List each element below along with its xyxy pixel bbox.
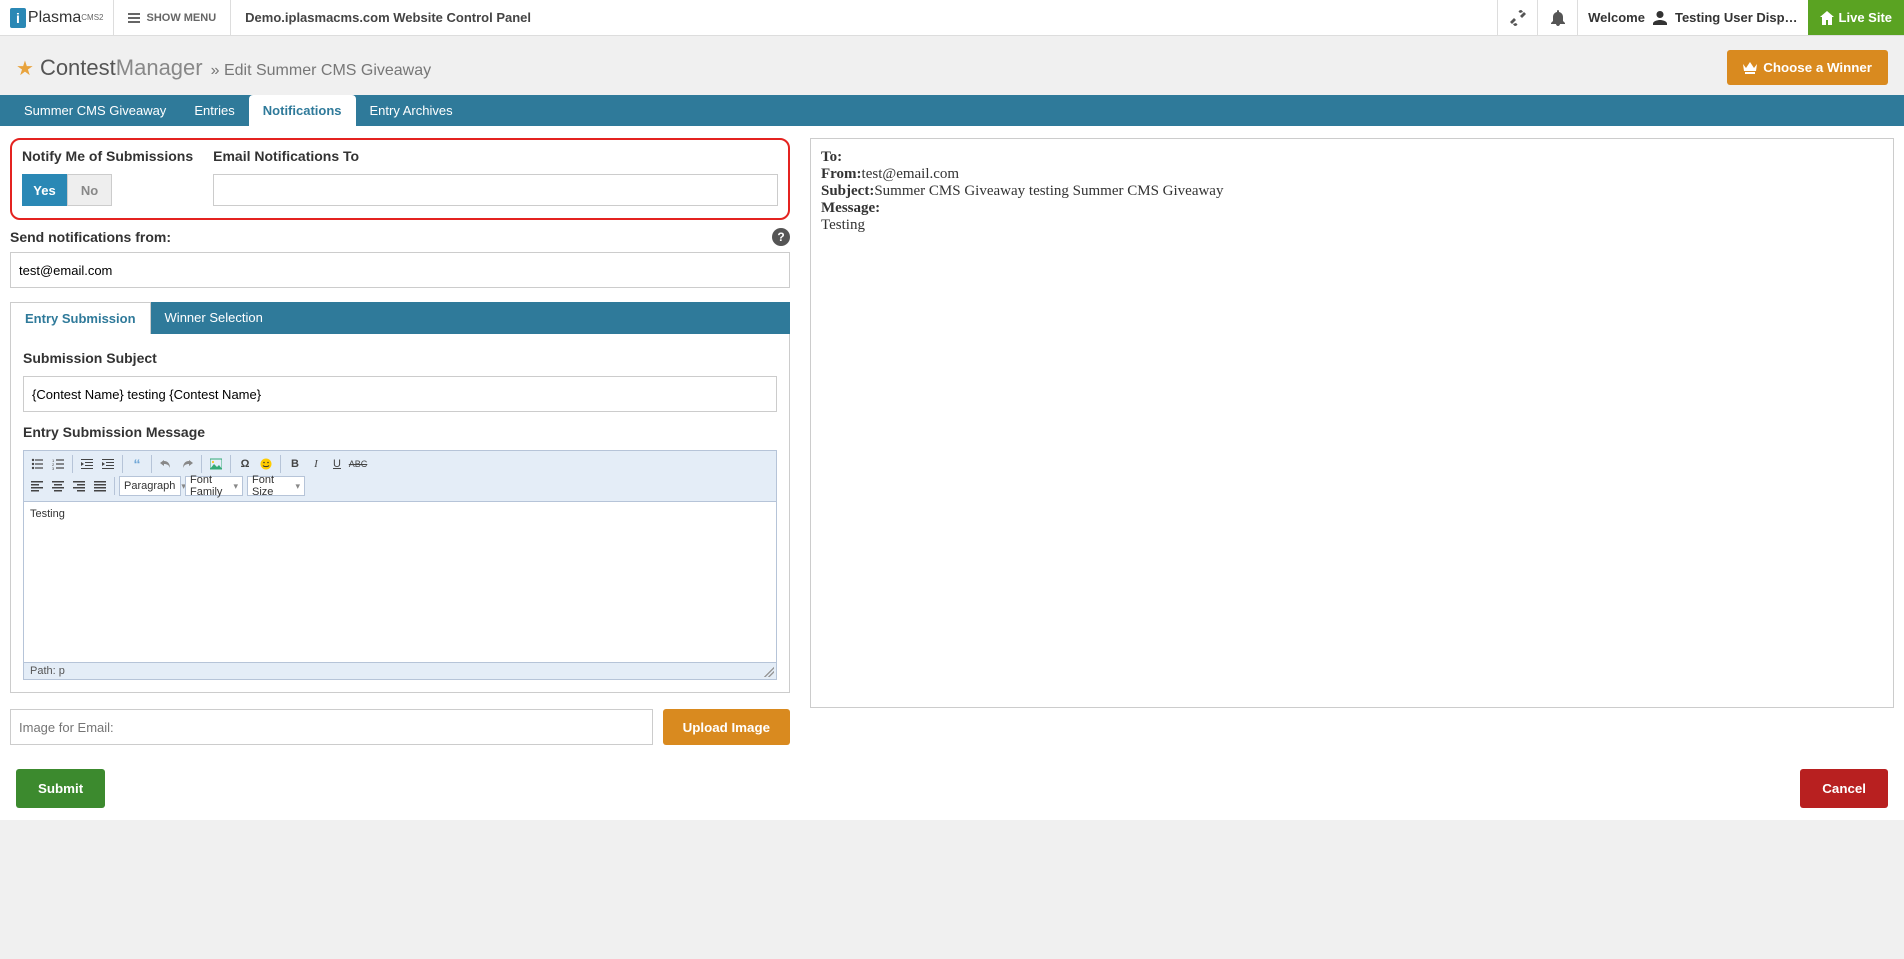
send-from-input[interactable] [10,252,790,288]
italic-icon[interactable]: I [306,454,326,474]
tab-notifications[interactable]: Notifications [249,95,356,126]
home-icon [1820,11,1834,25]
preview-message-label: Message: [821,200,880,216]
preview-subject-value: Summer CMS Giveaway testing Summer CMS G… [874,183,1223,199]
align-justify-icon[interactable] [90,476,110,496]
emoji-icon[interactable] [256,454,276,474]
notify-no-button[interactable]: No [67,174,112,206]
logo-suffix: CMS2 [81,13,103,22]
special-char-icon[interactable]: Ω [235,454,255,474]
image-icon[interactable] [206,454,226,474]
crown-icon [1743,62,1757,74]
preview-panel: To: From:test@email.com Subject:Summer C… [810,138,1894,708]
email-to-input[interactable] [213,174,778,206]
sub-tabs: Entry Submission Winner Selection [10,302,790,334]
footer-row: Submit Cancel [0,757,1904,820]
sub-panel: Submission Subject Entry Submission Mess… [10,334,790,693]
logo-text: Plasma [28,9,81,27]
outdent-icon[interactable] [77,454,97,474]
page-header: ★ ContestManager » Edit Summer CMS Givea… [0,36,1904,95]
redo-icon[interactable] [177,454,197,474]
editor-path: Path: p [24,662,776,679]
breadcrumb: » Edit Summer CMS Giveaway [211,62,432,80]
notify-label: Notify Me of Submissions [22,148,193,164]
form-column: Notify Me of Submissions Yes No Email No… [10,138,790,745]
live-site-button[interactable]: Live Site [1808,0,1904,35]
preview-subject-label: Subject: [821,183,874,199]
submit-button[interactable]: Submit [16,769,105,808]
rich-text-editor: 123 “ Ω [23,450,777,680]
strikethrough-icon[interactable]: ABC [348,454,368,474]
send-from-label: Send notifications from: [10,229,171,245]
font-family-select[interactable]: Font Family [185,476,243,496]
image-for-email-input[interactable] [10,709,653,745]
tab-entries[interactable]: Entries [180,95,248,126]
font-size-select[interactable]: Font Size [247,476,305,496]
cancel-button[interactable]: Cancel [1800,769,1888,808]
choose-winner-button[interactable]: Choose a Winner [1727,50,1888,85]
email-to-label: Email Notifications To [213,148,778,164]
align-center-icon[interactable] [48,476,68,496]
undo-icon[interactable] [156,454,176,474]
paragraph-select[interactable]: Paragraph [119,476,181,496]
highlight-box: Notify Me of Submissions Yes No Email No… [10,138,790,220]
welcome-label: Welcome [1588,10,1645,25]
notify-yes-button[interactable]: Yes [22,174,67,206]
message-label: Entry Submission Message [23,424,777,440]
site-title: Demo.iplasmacms.com Website Control Pane… [231,0,1497,35]
preview-to-label: To: [821,149,842,165]
tab-entry-archives[interactable]: Entry Archives [356,95,467,126]
logo[interactable]: i Plasma CMS2 [0,0,114,35]
bell-icon[interactable] [1537,0,1577,35]
underline-icon[interactable]: U [327,454,347,474]
welcome-user[interactable]: Welcome Testing User Disp… [1577,0,1807,35]
preview-from-label: From: [821,166,862,182]
tools-icon[interactable] [1497,0,1537,35]
preview-from-value: test@email.com [862,166,960,182]
upload-image-button[interactable]: Upload Image [663,709,790,745]
subject-input[interactable] [23,376,777,412]
app-title: ContestManager [40,55,203,81]
list-bullet-icon[interactable] [27,454,47,474]
align-left-icon[interactable] [27,476,47,496]
bold-icon[interactable]: B [285,454,305,474]
logo-i-icon: i [10,8,26,28]
align-right-icon[interactable] [69,476,89,496]
subject-label: Submission Subject [23,350,777,366]
indent-icon[interactable] [98,454,118,474]
main-tabs: Summer CMS Giveaway Entries Notification… [0,95,1904,126]
editor-toolbar: 123 “ Ω [24,451,776,502]
tab-winner-selection[interactable]: Winner Selection [151,302,277,334]
editor-body[interactable]: Testing [24,502,776,662]
preview-message-value: Testing [821,217,1883,234]
top-bar: i Plasma CMS2 SHOW MENU Demo.iplasmacms.… [0,0,1904,36]
help-icon[interactable]: ? [772,228,790,246]
star-icon: ★ [16,56,34,81]
show-menu-button[interactable]: SHOW MENU [114,0,231,35]
user-icon [1651,9,1669,27]
notify-toggle: Yes No [22,174,193,206]
tab-entry-submission[interactable]: Entry Submission [10,302,151,334]
user-name: Testing User Disp… [1675,10,1798,25]
list-number-icon[interactable]: 123 [48,454,68,474]
tab-summer-cms-giveaway[interactable]: Summer CMS Giveaway [10,95,180,126]
hamburger-icon [128,13,140,23]
blockquote-icon[interactable]: “ [127,454,147,474]
content-area: Notify Me of Submissions Yes No Email No… [0,126,1904,757]
svg-text:3: 3 [52,466,55,470]
